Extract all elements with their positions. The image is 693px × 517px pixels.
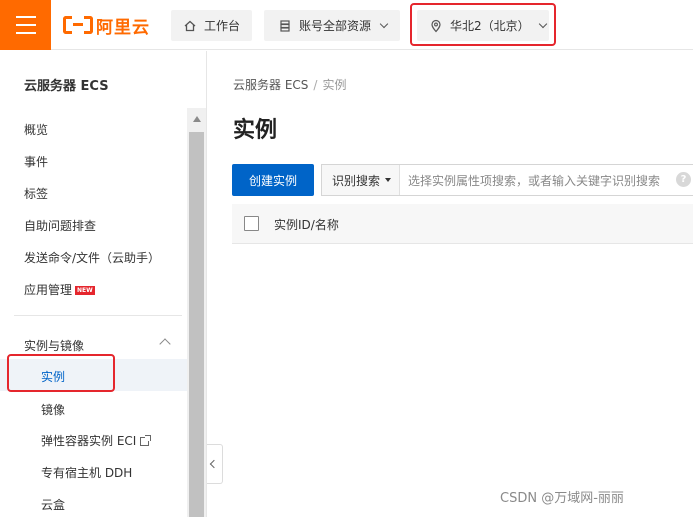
caret-down-icon bbox=[385, 178, 392, 182]
sidebar-item-eci[interactable]: 弹性容器实例 ECI bbox=[41, 432, 152, 449]
search-mode-label: 识别搜索 bbox=[332, 173, 381, 188]
sidebar: 云服务器 ECS 概览 事件 标签 自助问题排查 发送命令/文件（云助手） 应用… bbox=[0, 51, 207, 517]
sidebar-item-ddh[interactable]: 专有宿主机 DDH bbox=[41, 464, 132, 481]
instance-search-input[interactable]: 识别搜索 选择实例属性项搜索，或者输入关键字识别搜索 bbox=[321, 164, 693, 196]
sidebar-collapse-button[interactable] bbox=[207, 444, 223, 484]
breadcrumb-separator: / bbox=[313, 78, 318, 92]
chevron-left-icon bbox=[209, 459, 219, 469]
sidebar-scrollbar-thumb[interactable] bbox=[189, 132, 204, 517]
create-instance-button[interactable]: 创建实例 bbox=[232, 164, 314, 196]
region-highlight-annotation bbox=[410, 3, 556, 46]
help-icon[interactable]: ? bbox=[676, 172, 691, 187]
select-all-checkbox[interactable] bbox=[244, 216, 259, 231]
aliyun-logo[interactable]: 阿里云 bbox=[63, 13, 150, 38]
workbench-label: 工作台 bbox=[204, 19, 241, 33]
workbench-button[interactable]: 工作台 bbox=[171, 10, 252, 41]
sidebar-item-tags[interactable]: 标签 bbox=[24, 185, 48, 202]
breadcrumb: 云服务器 ECS / 实例 bbox=[233, 76, 346, 93]
home-icon bbox=[183, 19, 197, 33]
sidebar-item-app-management[interactable]: 应用管理 NEW bbox=[24, 281, 95, 298]
scroll-up-arrow-icon[interactable] bbox=[193, 116, 201, 122]
watermark: CSDN @万域网-丽丽 bbox=[500, 491, 624, 506]
hamburger-menu-icon[interactable] bbox=[0, 0, 51, 50]
resource-list-icon bbox=[278, 19, 292, 33]
column-header-instance-id-name[interactable]: 实例ID/名称 bbox=[274, 216, 339, 233]
sidebar-divider bbox=[14, 315, 182, 316]
sidebar-item-overview[interactable]: 概览 bbox=[24, 121, 48, 138]
breadcrumb-current: 实例 bbox=[322, 78, 347, 92]
external-link-icon bbox=[140, 435, 152, 446]
search-mode-dropdown[interactable]: 识别搜索 bbox=[322, 165, 401, 195]
page-title: 实例 bbox=[233, 118, 278, 143]
chevron-up-icon[interactable] bbox=[159, 338, 171, 350]
account-resources-dropdown[interactable]: 账号全部资源 bbox=[264, 10, 400, 41]
sidebar-item-label: 应用管理 bbox=[24, 283, 73, 297]
sidebar-item-self-troubleshoot[interactable]: 自助问题排查 bbox=[24, 217, 96, 234]
sidebar-item-cloud-box[interactable]: 云盒 bbox=[41, 496, 65, 513]
account-resources-label: 账号全部资源 bbox=[299, 19, 372, 33]
sidebar-item-events[interactable]: 事件 bbox=[24, 153, 48, 170]
instances-highlight-annotation bbox=[7, 354, 115, 392]
new-badge: NEW bbox=[75, 286, 95, 295]
sidebar-item-send-command[interactable]: 发送命令/文件（云助手） bbox=[24, 249, 160, 266]
sidebar-item-images[interactable]: 镜像 bbox=[41, 401, 65, 418]
breadcrumb-root[interactable]: 云服务器 ECS bbox=[233, 78, 308, 92]
top-navigation-bar: 阿里云 工作台 账号全部资源 华北2（北京） bbox=[0, 0, 693, 50]
instance-table-header: 实例ID/名称 bbox=[232, 204, 693, 244]
chevron-down-icon bbox=[379, 19, 389, 28]
sidebar-item-label: 弹性容器实例 ECI bbox=[41, 434, 137, 448]
sidebar-title: 云服务器 ECS bbox=[24, 79, 109, 94]
search-placeholder: 选择实例属性项搜索，或者输入关键字识别搜索 bbox=[408, 173, 661, 188]
aliyun-logo-icon bbox=[63, 15, 93, 35]
brand-name: 阿里云 bbox=[96, 17, 150, 38]
sidebar-group-instances-images[interactable]: 实例与镜像 bbox=[24, 337, 84, 354]
